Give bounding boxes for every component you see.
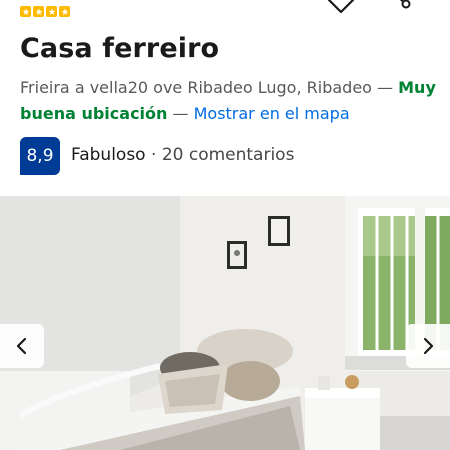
- review-summary[interactable]: Fabuloso · 20 comentarios: [71, 145, 294, 165]
- star-icon: [33, 6, 44, 17]
- dot-separator: ·: [145, 145, 162, 165]
- address-text: Frieira a vella20 ove Ribadeo Lugo, Riba…: [20, 78, 372, 97]
- review-score-badge[interactable]: 8,9: [20, 137, 60, 175]
- chevron-right-icon: [423, 337, 434, 355]
- room-photo: [0, 196, 450, 450]
- star-icon: [59, 6, 70, 17]
- separator: —: [371, 78, 399, 97]
- score-word: Fabuloso: [71, 145, 146, 165]
- heart-icon[interactable]: [326, 0, 356, 18]
- property-title: Casa ferreiro: [20, 33, 220, 64]
- photo-gallery[interactable]: [0, 196, 450, 450]
- previous-photo-button[interactable]: [0, 324, 44, 368]
- star-icon: [46, 6, 57, 17]
- show-on-map-link[interactable]: Mostrar en el mapa: [194, 104, 350, 123]
- chevron-left-icon: [16, 337, 27, 355]
- share-icon[interactable]: [386, 0, 414, 16]
- separator: —: [167, 104, 194, 123]
- review-count: 20 comentarios: [161, 145, 295, 165]
- next-photo-button[interactable]: [406, 324, 450, 368]
- star-rating: [20, 6, 70, 17]
- address-line: Frieira a vella20 ove Ribadeo Lugo, Riba…: [20, 75, 440, 127]
- star-icon: [20, 6, 31, 17]
